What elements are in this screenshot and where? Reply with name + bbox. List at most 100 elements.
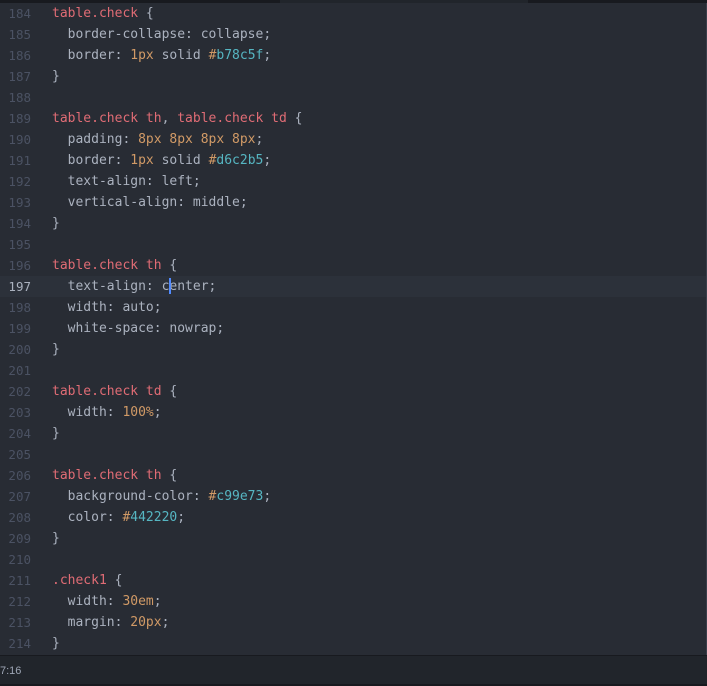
code-token: table.check th: [52, 111, 162, 126]
cursor-position[interactable]: 7:16: [0, 656, 21, 686]
code-token: ;: [255, 132, 264, 147]
code-line[interactable]: 204}: [0, 423, 707, 444]
line-number: 190: [8, 132, 31, 147]
line-number: 189: [8, 111, 31, 126]
code-token: solid: [153, 48, 209, 63]
code-token: c99e73: [216, 489, 264, 504]
line-number: 187: [8, 69, 31, 84]
code-token: 20px: [130, 615, 162, 630]
code-line[interactable]: 188: [0, 87, 707, 108]
code-token: {: [138, 6, 154, 21]
code-token: text-align: left;: [52, 174, 201, 189]
line-code: table.check td {: [52, 381, 177, 402]
code-line[interactable]: 200}: [0, 339, 707, 360]
line-number: 210: [8, 552, 31, 567]
line-number: 203: [8, 405, 31, 420]
code-line[interactable]: 195: [0, 234, 707, 255]
code-line[interactable]: 185 border-collapse: collapse;: [0, 24, 707, 45]
line-number: 195: [8, 237, 31, 252]
code-token: padding:: [52, 132, 139, 147]
line-code: }: [52, 339, 60, 360]
code-token: text-align: c: [52, 279, 170, 294]
code-line[interactable]: 192 text-align: left;: [0, 171, 707, 192]
line-code: }: [52, 528, 60, 549]
code-line[interactable]: 198 width: auto;: [0, 297, 707, 318]
line-code: width: 100%;: [52, 402, 162, 423]
line-number: 207: [8, 489, 31, 504]
line-number: 185: [8, 27, 31, 42]
code-token: 442220: [130, 510, 178, 525]
code-line[interactable]: 196 table.check th {: [0, 255, 707, 276]
line-code: table.check {: [52, 3, 154, 24]
code-line[interactable]: 214}: [0, 633, 707, 654]
code-token: }: [52, 531, 60, 546]
line-code: width: auto;: [52, 297, 162, 318]
code-line[interactable]: 203 width: 100%;: [0, 402, 707, 423]
code-lines: 184 table.check {185 border-collapse: col…: [0, 3, 707, 654]
code-token: width: auto;: [52, 300, 162, 315]
code-line[interactable]: 194}: [0, 213, 707, 234]
code-token: }: [52, 69, 60, 84]
code-line[interactable]: 197 text-align: center;: [0, 276, 707, 297]
code-token: white-space: nowrap;: [52, 321, 225, 336]
code-line[interactable]: 201: [0, 360, 707, 381]
code-token: 1px: [130, 48, 154, 63]
line-number: 211: [8, 573, 31, 588]
code-token: table.check th: [52, 468, 162, 483]
code-line[interactable]: 206 table.check th {: [0, 465, 707, 486]
line-code: margin: 20px;: [52, 612, 170, 633]
code-token: table.check th: [52, 258, 162, 273]
code-line[interactable]: 210: [0, 549, 707, 570]
line-code: table.check th, table.check td {: [52, 108, 302, 129]
line-number: 200: [8, 342, 31, 357]
code-token: {: [161, 258, 178, 273]
code-token: color:: [52, 510, 123, 525]
line-number: 188: [8, 90, 31, 105]
line-code: background-color: #c99e73;: [52, 486, 272, 507]
line-code: text-align: left;: [52, 171, 201, 192]
editor-window: 184 table.check {185 border-collapse: col…: [0, 0, 707, 686]
code-editor[interactable]: 184 table.check {185 border-collapse: col…: [0, 3, 707, 655]
line-number: 208: [8, 510, 31, 525]
code-line[interactable]: 205: [0, 444, 707, 465]
line-code: white-space: nowrap;: [52, 318, 225, 339]
code-line[interactable]: 187}: [0, 66, 707, 87]
line-code: text-align: center;: [52, 276, 216, 297]
code-token: ;: [263, 489, 272, 504]
code-line[interactable]: 189 table.check th, table.check td {: [0, 108, 707, 129]
code-token: }: [52, 342, 60, 357]
code-line[interactable]: 186 border: 1px solid #b78c5f;: [0, 45, 707, 66]
code-line[interactable]: 193 vertical-align: middle;: [0, 192, 707, 213]
line-number: 197: [8, 279, 31, 294]
code-line[interactable]: 191 border: 1px solid #d6c2b5;: [0, 150, 707, 171]
code-line[interactable]: 202 table.check td {: [0, 381, 707, 402]
code-token: .check1: [52, 573, 107, 588]
code-line[interactable]: 207 background-color: #c99e73;: [0, 486, 707, 507]
code-token: ;: [263, 48, 272, 63]
code-line[interactable]: 208 color: #442220;: [0, 507, 707, 528]
code-token: 30em: [122, 594, 154, 609]
line-number: 202: [8, 384, 31, 399]
line-number: 194: [8, 216, 31, 231]
code-token: {: [106, 573, 123, 588]
line-number: 193: [8, 195, 31, 210]
code-token: vertical-align: middle;: [52, 195, 248, 210]
line-number: 186: [8, 48, 31, 63]
line-number: 199: [8, 321, 31, 336]
line-code: color: #442220;: [52, 507, 185, 528]
text-cursor: [169, 277, 172, 294]
code-line[interactable]: 209}: [0, 528, 707, 549]
line-number: 191: [8, 153, 31, 168]
code-line[interactable]: 212 width: 30em;: [0, 591, 707, 612]
line-number: 196: [8, 258, 31, 273]
code-line[interactable]: 211 .check1 {: [0, 570, 707, 591]
code-line[interactable]: 213 margin: 20px;: [0, 612, 707, 633]
line-number: 205: [8, 447, 31, 462]
code-line[interactable]: 199 white-space: nowrap;: [0, 318, 707, 339]
code-token: 100%: [122, 405, 154, 420]
code-token: margin:: [52, 615, 131, 630]
line-code: }: [52, 633, 60, 654]
code-line[interactable]: 184 table.check {: [0, 3, 707, 24]
code-line[interactable]: 190 padding: 8px 8px 8px 8px;: [0, 129, 707, 150]
line-number: 213: [8, 615, 31, 630]
